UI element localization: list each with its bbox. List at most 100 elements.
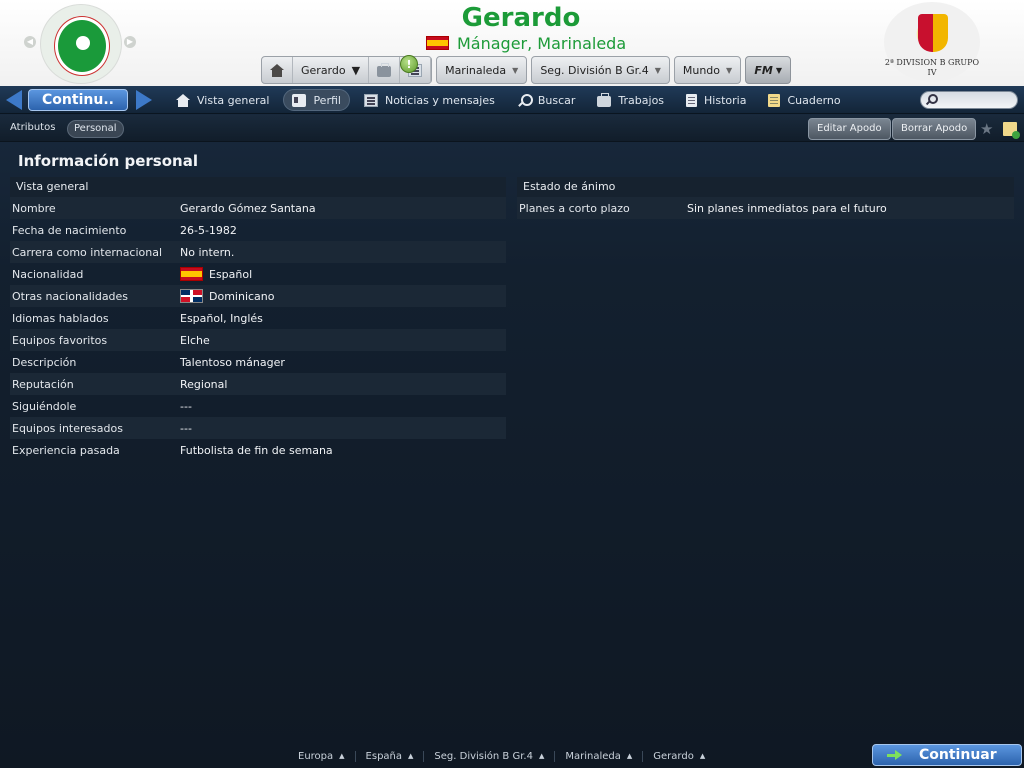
continue-top-button[interactable]: Continu.. xyxy=(28,89,128,111)
top-toolbar: Gerardo ▼ ! Marinaleda ▼ Seg. División B… xyxy=(261,55,792,84)
nav-item-cuaderno[interactable]: Cuaderno xyxy=(760,89,848,111)
crest-next-arrow-icon[interactable]: ▶ xyxy=(124,36,136,48)
row-label: Planes a corto plazo xyxy=(519,201,630,215)
league-dropdown[interactable]: Seg. División B Gr.4 ▼ xyxy=(531,56,670,84)
row-label: Reputación xyxy=(12,377,74,391)
crumb-label: Seg. División B Gr.4 xyxy=(434,750,533,762)
profile-dropdown[interactable]: Gerardo ▼ xyxy=(293,57,370,83)
row-label: Equipos interesados xyxy=(12,421,123,435)
back-arrow-icon[interactable] xyxy=(6,90,22,110)
league-crest-logo[interactable]: 2ª DIVISION B GRUPO IV xyxy=(884,2,980,82)
news-icon xyxy=(363,93,378,107)
row-value[interactable]: Español xyxy=(180,267,252,281)
chevron-up-icon: ▲ xyxy=(408,752,414,760)
chevron-down-icon: ▼ xyxy=(654,65,661,75)
chevron-down-icon: ▼ xyxy=(726,65,733,75)
table-row: Equipos interesados --- xyxy=(10,417,506,439)
crumb-label: Gerardo xyxy=(653,750,694,762)
forward-arrow-icon[interactable] xyxy=(136,90,152,110)
inbox-icon xyxy=(377,62,392,77)
nav-item-buscar[interactable]: Buscar xyxy=(509,89,584,111)
nav-item-historia[interactable]: Historia xyxy=(678,89,754,111)
search-icon xyxy=(517,93,533,107)
value-text: Gerardo Gómez Santana xyxy=(180,201,316,215)
breadcrumb-league[interactable]: Seg. División B Gr.4 ▲ xyxy=(424,750,556,762)
world-dropdown[interactable]: Mundo ▼ xyxy=(673,56,742,84)
nav-item-label: Buscar xyxy=(537,93,576,107)
notebook-icon xyxy=(768,93,781,107)
fm-menu-label: FM xyxy=(754,63,773,77)
row-value: --- xyxy=(180,400,192,413)
home-button[interactable] xyxy=(262,57,293,83)
continue-bottom-button[interactable]: Continuar xyxy=(872,744,1022,766)
profile-dropdown-label: Gerardo xyxy=(301,63,346,77)
nav-item-noticias[interactable]: Noticias y mensajes xyxy=(356,89,503,111)
table-row: Planes a corto plazo Sin planes inmediat… xyxy=(517,197,1014,219)
row-value: --- xyxy=(180,422,192,435)
fm-menu-button[interactable]: FM ▼ xyxy=(745,56,792,84)
alert-badge-icon[interactable]: ! xyxy=(400,55,418,73)
row-value[interactable]: Dominicano xyxy=(180,289,275,303)
row-label: Experiencia pasada xyxy=(12,443,120,457)
tab-atributos[interactable]: Atributos xyxy=(4,120,61,138)
crumb-label: Marinaleda xyxy=(565,750,621,762)
club-dropdown[interactable]: Marinaleda ▼ xyxy=(436,56,528,84)
chevron-down-icon: ▼ xyxy=(775,65,782,75)
row-label: Otras nacionalidades xyxy=(12,289,129,303)
table-row: Idiomas hablados Español, Inglés xyxy=(10,307,506,329)
briefcase-icon xyxy=(597,92,612,107)
manager-name: Gerardo xyxy=(461,3,581,33)
value-text: Español xyxy=(209,267,253,281)
nav-item-label: Noticias y mensajes xyxy=(384,93,495,107)
breadcrumb-club[interactable]: Marinaleda ▲ xyxy=(555,750,644,762)
federation-shield-icon xyxy=(918,14,948,52)
value-text: --- xyxy=(180,421,192,435)
breadcrumb-europa[interactable]: Europa ▲ xyxy=(288,750,356,762)
manager-role[interactable]: Mánager, Marinaleda xyxy=(457,34,626,53)
nav-item-vista-general[interactable]: Vista general xyxy=(168,89,277,111)
inbox-button[interactable] xyxy=(369,57,401,83)
edit-nickname-button[interactable]: Editar Apodo xyxy=(808,118,891,140)
value-text: Elche xyxy=(180,333,210,347)
nav-item-trabajos[interactable]: Trabajos xyxy=(589,89,672,111)
chevron-up-icon: ▲ xyxy=(339,752,345,760)
world-dropdown-label: Mundo xyxy=(682,63,721,77)
overview-rows: Nombre Gerardo Gómez Santana Fecha de na… xyxy=(10,197,506,461)
crest-prev-arrow-icon[interactable]: ◀ xyxy=(24,36,36,48)
value-text: No intern. xyxy=(180,245,235,259)
row-value: 26-5-1982 xyxy=(180,224,237,237)
continue-label: Continuar xyxy=(919,747,997,763)
club-dropdown-label: Marinaleda xyxy=(445,63,507,77)
row-label: Equipos favoritos xyxy=(12,333,108,347)
breadcrumb-manager[interactable]: Gerardo ▲ xyxy=(643,751,715,762)
row-value: No intern. xyxy=(180,246,234,259)
add-note-icon[interactable] xyxy=(1003,122,1020,139)
nav-item-label: Perfil xyxy=(313,93,341,107)
value-text: --- xyxy=(180,399,192,413)
value-text: Futbolista de fin de semana xyxy=(180,443,333,457)
row-value[interactable]: Elche xyxy=(180,334,210,347)
star-icon[interactable]: ★ xyxy=(980,120,993,138)
table-row: Nacionalidad Español xyxy=(10,263,506,285)
delete-nickname-button[interactable]: Borrar Apodo xyxy=(892,118,977,140)
mood-panel: Estado de ánimo Planes a corto plazo Sin… xyxy=(517,177,1014,219)
mood-rows: Planes a corto plazo Sin planes inmediat… xyxy=(517,197,1014,219)
sub-toolbar: Atributos Personal Editar Apodo Borrar A… xyxy=(0,115,1024,142)
nav-item-label: Trabajos xyxy=(618,93,665,107)
breadcrumb: Europa ▲ España ▲ Seg. División B Gr.4 ▲ Ma… xyxy=(288,748,715,764)
arrow-right-icon xyxy=(887,750,903,760)
history-icon xyxy=(686,93,698,107)
nav-item-perfil[interactable]: Perfil xyxy=(283,89,350,111)
table-row: Experiencia pasada Futbolista de fin de … xyxy=(10,439,506,461)
table-row: Nombre Gerardo Gómez Santana xyxy=(10,197,506,219)
profile-card-icon xyxy=(292,93,307,107)
value-text: Regional xyxy=(180,377,228,391)
row-value: Gerardo Gómez Santana xyxy=(180,202,316,215)
nav-item-label: Historia xyxy=(704,93,747,107)
chevron-up-icon: ▲ xyxy=(538,752,545,760)
row-label: Nacionalidad xyxy=(12,267,84,281)
tab-personal[interactable]: Personal xyxy=(67,120,124,138)
table-row: Carrera como internacional No intern. xyxy=(10,241,506,263)
breadcrumb-espana[interactable]: España ▲ xyxy=(356,750,425,762)
spain-flag-icon xyxy=(426,36,449,50)
